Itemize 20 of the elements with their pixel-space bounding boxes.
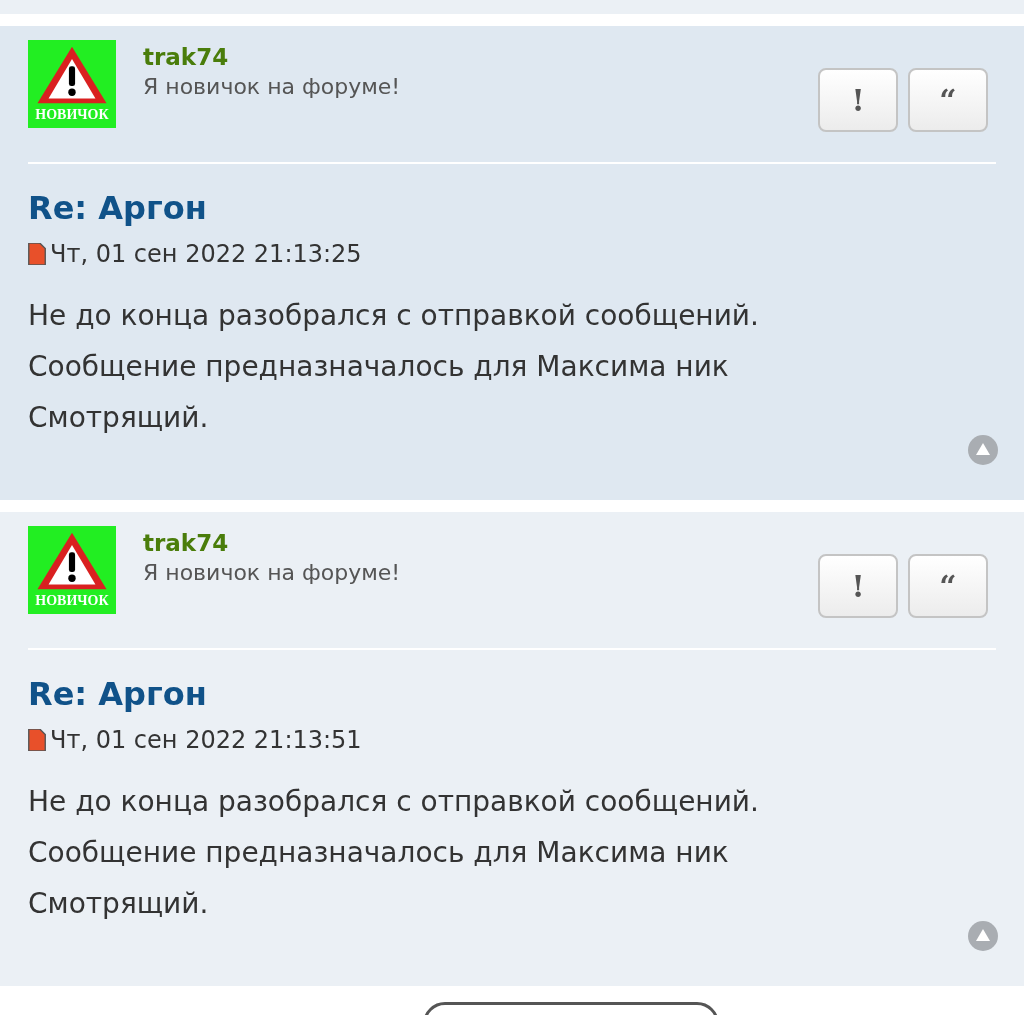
rank-title: Я новичок на форуме!: [143, 73, 401, 101]
post-date: Чт, 01 сен 2022 21:13:25: [50, 239, 362, 270]
warning-icon: [35, 44, 109, 106]
rank-title: Я новичок на форуме!: [143, 559, 401, 587]
author-name[interactable]: trak74: [143, 528, 401, 558]
rank-label: НОВИЧОК: [35, 106, 109, 124]
post-title[interactable]: Re: Аргон: [28, 672, 207, 716]
post-title[interactable]: Re: Аргон: [28, 186, 207, 230]
post-icon[interactable]: [28, 243, 46, 265]
post-text: Не до конца разобрался с отправкой сообщений. Сообщение предназначалось для Максима ник Смотрящий.: [28, 298, 760, 436]
post-text: Не до конца разобрался с отправкой сообщений. Сообщение предназначалось для Максима ник Смотрящий.: [28, 784, 760, 922]
quote-button[interactable]: “: [908, 554, 988, 618]
post-date: Чт, 01 сен 2022 21:13:51: [50, 725, 362, 756]
post-icon[interactable]: [28, 729, 46, 751]
warning-icon: [35, 530, 109, 592]
report-button[interactable]: !: [818, 68, 898, 132]
report-button[interactable]: !: [818, 554, 898, 618]
rank-label: НОВИЧОК: [35, 592, 109, 610]
quote-button[interactable]: “: [908, 68, 988, 132]
author-name[interactable]: trak74: [143, 42, 401, 72]
